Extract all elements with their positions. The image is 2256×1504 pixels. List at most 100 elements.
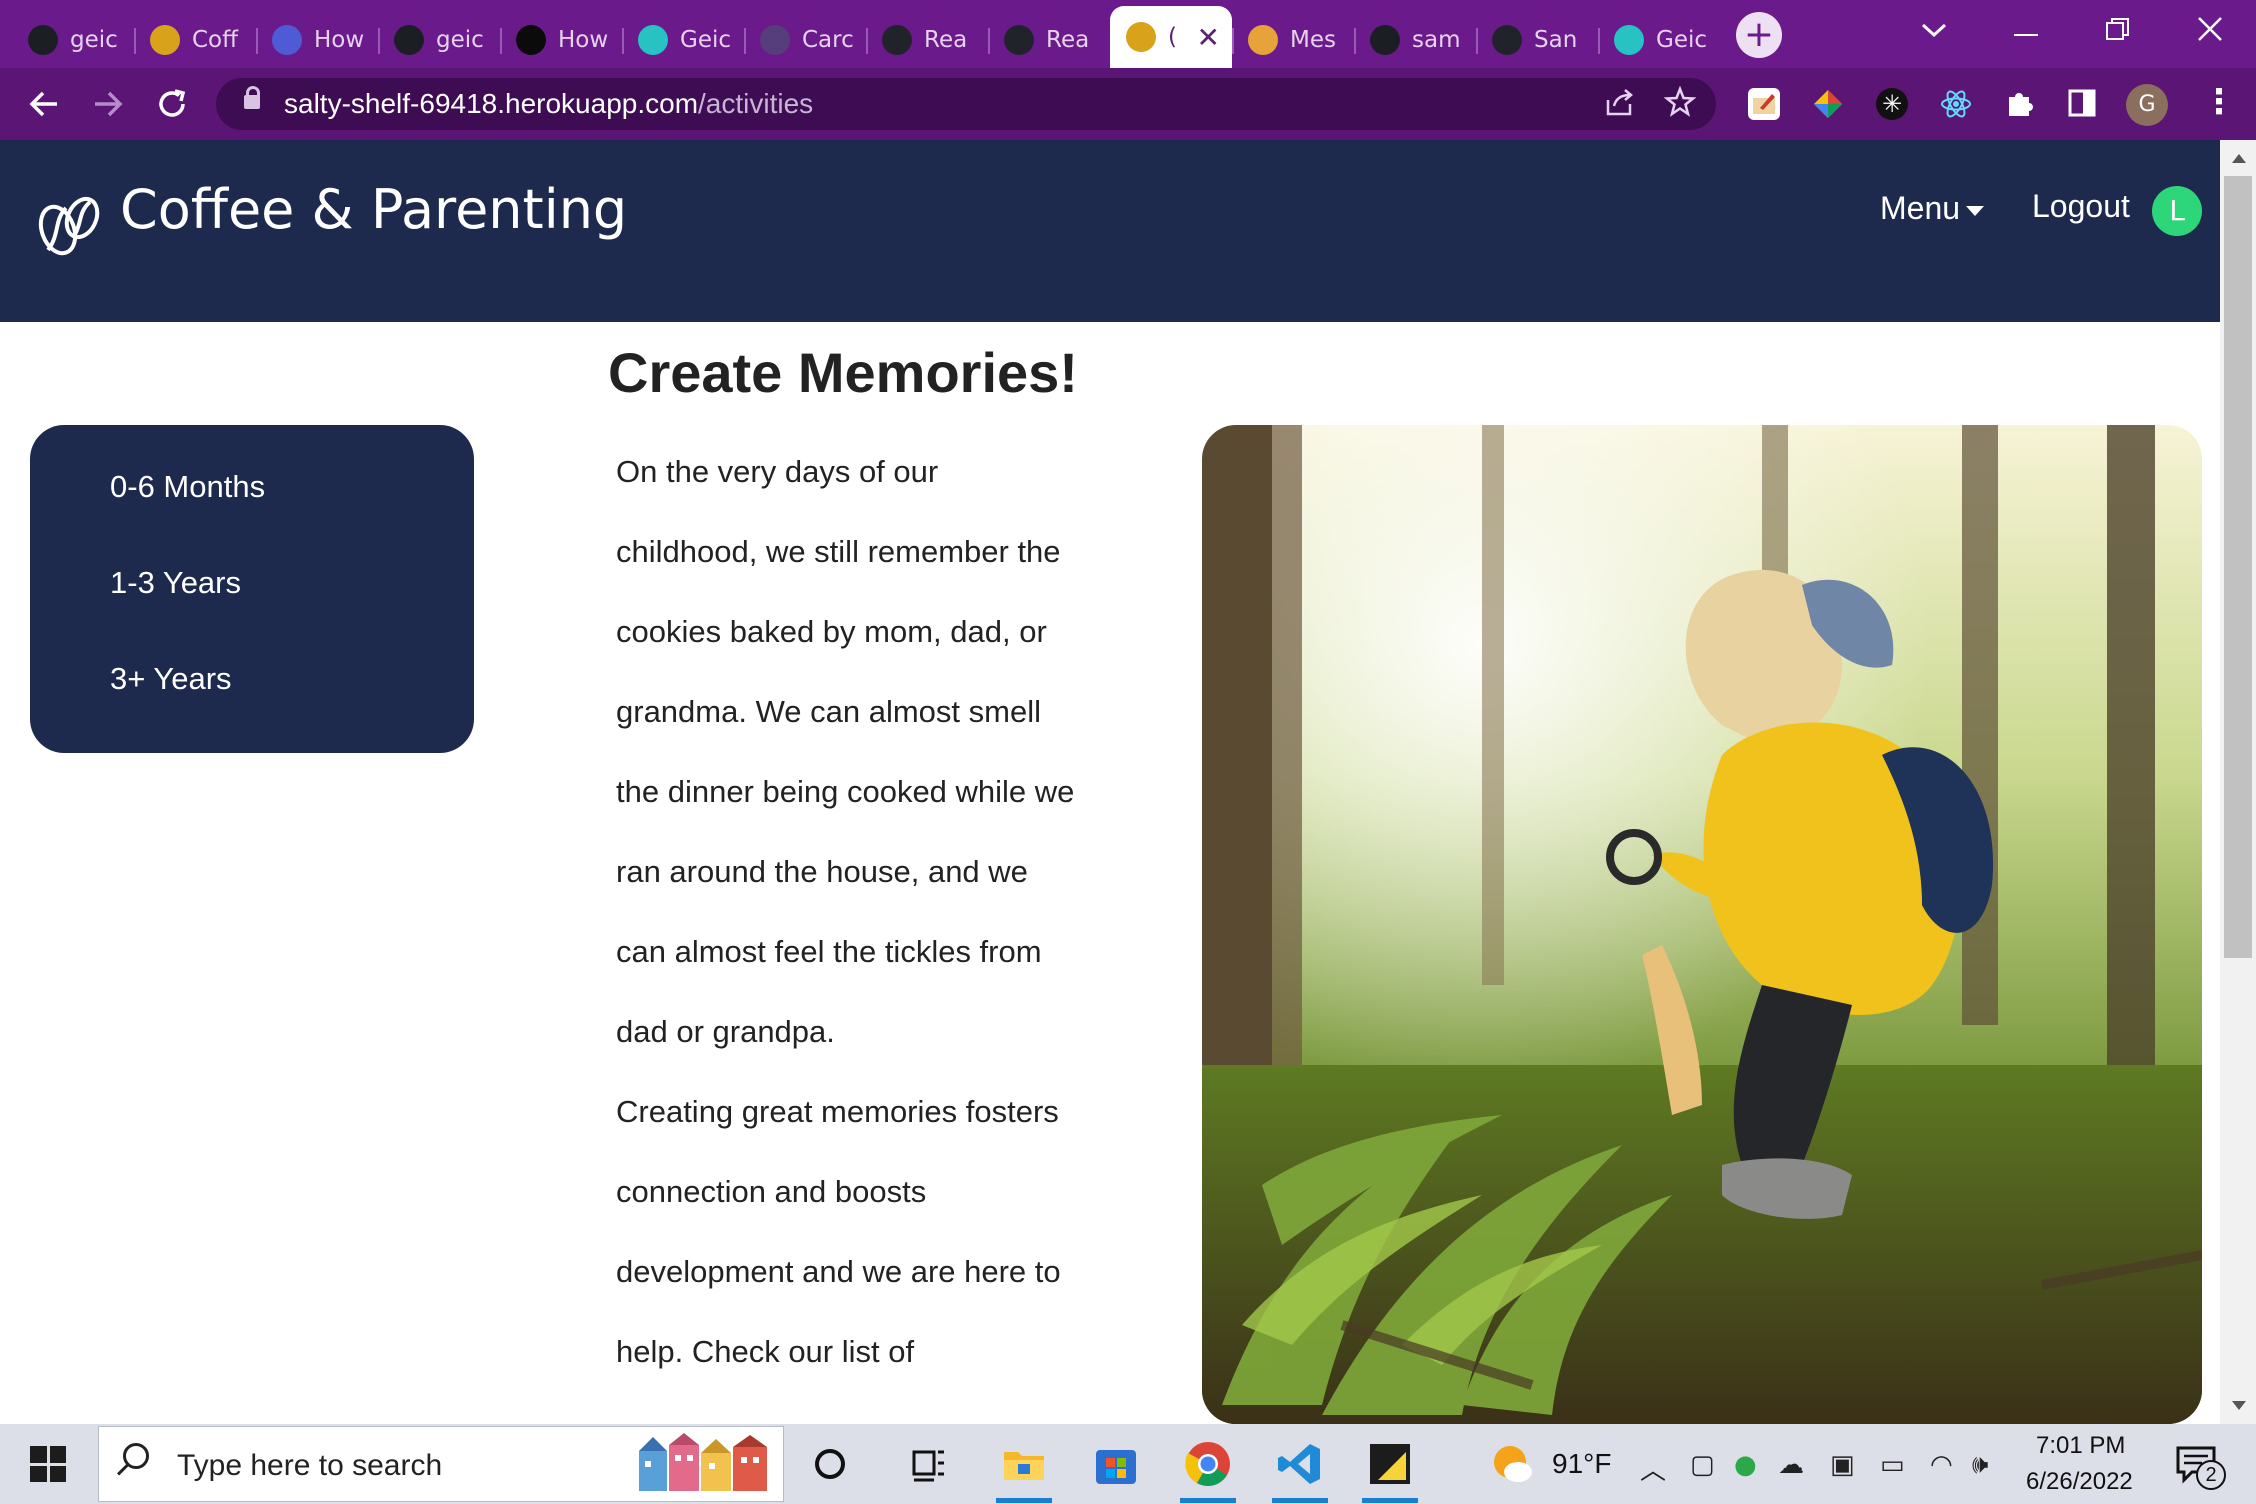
windows-taskbar: Type here to search 91°F ︿ ▢ ● ☁ ▣ ▭ ◠ 🕪… (0, 1424, 2256, 1504)
file-explorer-active-indicator (996, 1498, 1052, 1503)
clock-date[interactable]: 6/26/2022 (2026, 1468, 2133, 1496)
lock-icon (244, 86, 260, 109)
browser-menu-icon[interactable]: ⋮ (2202, 82, 2236, 122)
chevron-down-icon (1921, 23, 1947, 38)
browser-tab[interactable]: Coff (134, 12, 256, 68)
side-panel-icon[interactable] (2066, 88, 2098, 120)
caret-down-icon (1966, 205, 1985, 216)
profile-avatar[interactable]: G (2126, 84, 2168, 126)
file-explorer-icon[interactable] (1000, 1440, 1048, 1488)
page-scrollbar[interactable] (2220, 140, 2256, 1424)
reload-icon (159, 89, 186, 117)
scroll-down-icon[interactable] (2232, 1401, 2246, 1410)
new-tab-button[interactable]: + (1736, 12, 1782, 58)
site-header: Coffee & Parenting Menu Logout L (0, 140, 2220, 322)
weather-temperature: 91°F (1552, 1448, 1612, 1479)
extensions-puzzle-icon[interactable] (2004, 88, 2036, 120)
windows-start-icon[interactable] (30, 1446, 66, 1482)
puzzle-icon (2009, 93, 2033, 116)
microsoft-store-icon[interactable] (1092, 1440, 1140, 1488)
tab-active[interactable]: (✕ (1110, 6, 1232, 68)
cortana-icon[interactable] (806, 1440, 854, 1488)
address-bar[interactable]: salty-shelf-69418.herokuapp.com/activiti… (216, 78, 1716, 130)
extension-diamond-icon[interactable] (1812, 88, 1844, 120)
vscode-logo-icon (1278, 1444, 1320, 1484)
brand-name[interactable]: Coffee & Parenting (120, 178, 627, 241)
clock-time[interactable]: 7:01 PM (2036, 1432, 2125, 1460)
display-settings-icon[interactable]: ▣ (1830, 1450, 1855, 1480)
meet-now-icon[interactable]: ▢ (1690, 1450, 1715, 1480)
chrome-logo-icon (1185, 1442, 1230, 1486)
lambda-icon (516, 25, 546, 55)
sticky-notes-icon[interactable] (1366, 1440, 1414, 1488)
volume-icon[interactable]: 🕪 (1972, 1450, 1988, 1481)
browser-tab[interactable]: Geic (622, 12, 744, 68)
chrome-icon[interactable] (1184, 1440, 1232, 1488)
chrome-active-indicator (1180, 1498, 1236, 1503)
sticky-notes-active-indicator (1362, 1498, 1418, 1503)
tab-label: Geic (1656, 27, 1708, 53)
star-icon (1663, 85, 1697, 117)
browser-tab[interactable]: geic (378, 12, 500, 68)
extension-star-icon[interactable]: ✳ (1876, 88, 1908, 120)
tab-label: Rea (1046, 27, 1090, 53)
tab-label: ( (1168, 24, 1177, 50)
onedrive-cloud-icon[interactable]: ☁ (1778, 1450, 1804, 1480)
search-icon (123, 1443, 149, 1469)
forward-button[interactable] (84, 80, 132, 128)
wifi-icon[interactable]: ◠ (1930, 1450, 1953, 1480)
menu-dropdown-button[interactable]: Menu (1880, 190, 1985, 227)
browser-tab[interactable]: San (1476, 12, 1598, 68)
browser-tab[interactable]: geic (12, 12, 134, 68)
restore-icon (2106, 18, 2129, 40)
task-view-icon[interactable] (904, 1440, 952, 1488)
tab-label: geic (70, 27, 118, 53)
show-hidden-icons-chevron-up-icon[interactable]: ︿ (1640, 1450, 1666, 1487)
browser-tab[interactable]: Carc (744, 12, 866, 68)
sidebar-item-0-6-months[interactable]: 0-6 Months (110, 469, 265, 505)
taskbar-search-input[interactable]: Type here to search (98, 1426, 784, 1502)
coffee-bean-logo-icon[interactable] (34, 190, 104, 260)
browser-tab[interactable]: Geic (1598, 12, 1720, 68)
sync-status-icon[interactable]: ● (1734, 1450, 1757, 1480)
sidebar-item-1-3-years[interactable]: 1-3 Years (110, 565, 241, 601)
close-tab-icon[interactable]: ✕ (1197, 21, 1220, 54)
back-button[interactable] (20, 80, 68, 128)
age-group-sidebar: 0-6 Months 1-3 Years 3+ Years (30, 425, 474, 753)
vscode-icon[interactable] (1276, 1440, 1324, 1488)
weather-icon[interactable] (1488, 1440, 1536, 1488)
scroll-up-icon[interactable] (2232, 154, 2246, 163)
github-icon (28, 25, 58, 55)
tab-label: Rea (924, 27, 968, 53)
diamond-icon (1814, 90, 1842, 118)
browser-tab[interactable]: Rea (866, 12, 988, 68)
intro-paragraph: On the very days of our childhood, we st… (616, 454, 1075, 1049)
tab-search-button[interactable] (1888, 0, 1980, 60)
restore-button[interactable] (2072, 0, 2164, 60)
code-icon (638, 25, 668, 55)
browser-tab[interactable]: sam (1354, 12, 1476, 68)
bookmark-star-icon[interactable] (1663, 85, 1697, 126)
tab-label: How (314, 27, 365, 53)
sidebar-item-3-plus-years[interactable]: 3+ Years (110, 661, 232, 697)
react-icon (1004, 25, 1034, 55)
panel-icon (2068, 89, 2096, 117)
extension-react-icon[interactable] (1940, 88, 1972, 120)
browser-tab[interactable]: Mes (1232, 12, 1354, 68)
scrollbar-thumb[interactable] (2224, 176, 2252, 958)
battery-icon[interactable]: ▭ (1880, 1450, 1905, 1480)
tab-label: Coff (192, 27, 238, 53)
browser-tab[interactable]: Rea (988, 12, 1110, 68)
coffee-cup-icon (150, 25, 180, 55)
minimize-button[interactable] (1980, 0, 2072, 60)
share-icon[interactable] (1604, 86, 1636, 126)
close-window-button[interactable] (2164, 0, 2256, 60)
github-icon (1370, 25, 1400, 55)
user-avatar[interactable]: L (2152, 186, 2202, 236)
browser-tab[interactable]: How (500, 12, 622, 68)
browser-tab[interactable]: How (256, 12, 378, 68)
search-highlight-houses-icon (639, 1433, 767, 1491)
logout-link[interactable]: Logout (2032, 188, 2130, 225)
extension-edit-icon[interactable] (1748, 88, 1780, 120)
reload-button[interactable] (148, 80, 196, 128)
